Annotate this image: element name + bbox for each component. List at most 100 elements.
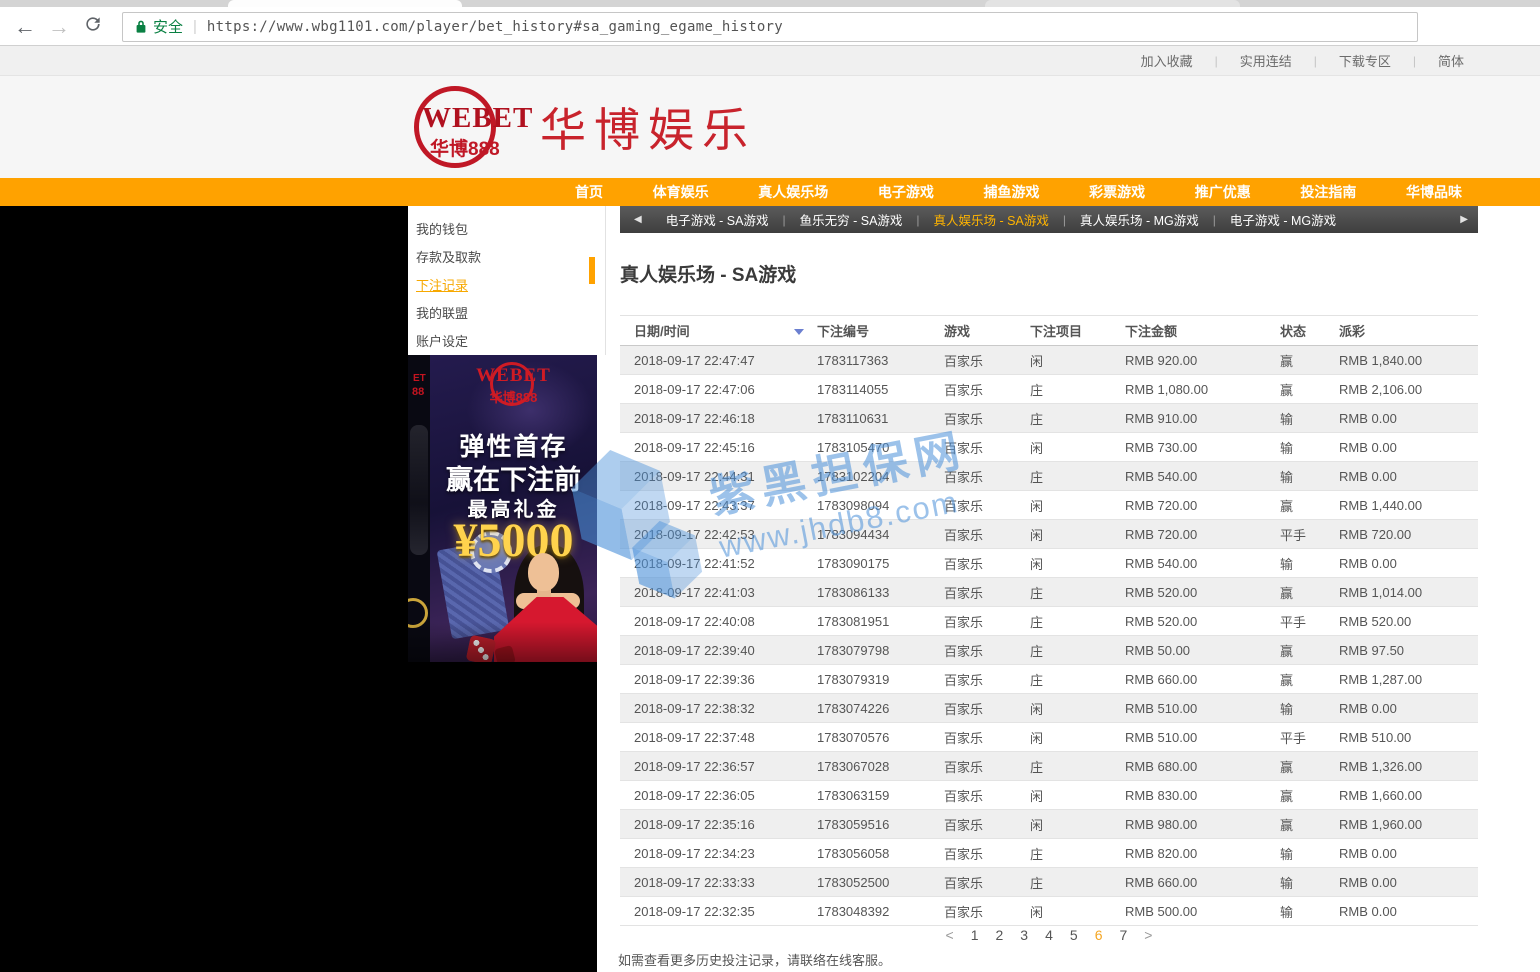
pagination-prev-icon[interactable]: < xyxy=(946,927,954,943)
nav-item[interactable]: 捕鱼游戏 xyxy=(984,182,1040,202)
cell-bet-item: 闲 xyxy=(1030,438,1125,457)
column-header-status[interactable]: 状态 xyxy=(1280,321,1339,340)
column-header-bet-id[interactable]: 下注编号 xyxy=(817,321,944,340)
utility-link[interactable]: 下载专区 xyxy=(1339,51,1391,70)
cell-date: 2018-09-17 22:43:37 xyxy=(634,498,817,513)
nav-item[interactable]: 华博品味 xyxy=(1406,182,1462,202)
cell-amount: RMB 50.00 xyxy=(1125,643,1280,658)
sidebar-active-indicator xyxy=(589,257,595,284)
column-header-amount[interactable]: 下注金额 xyxy=(1125,321,1280,340)
cell-bet-item: 闲 xyxy=(1030,728,1125,747)
cell-status: 输 xyxy=(1280,699,1339,718)
cell-game: 百家乐 xyxy=(944,583,1030,602)
sort-desc-icon[interactable] xyxy=(794,329,804,335)
cell-date: 2018-09-17 22:46:18 xyxy=(634,411,817,426)
history-tab[interactable]: 真人娱乐场 - SA游戏 xyxy=(934,210,1049,229)
sidebar-item[interactable]: 存款及取款 xyxy=(416,244,605,272)
pagination-page[interactable]: 3 xyxy=(1020,927,1028,943)
separator: | xyxy=(1314,54,1317,68)
browser-background-tab[interactable] xyxy=(985,0,1240,7)
table-row: 2018-09-17 22:41:031783086133百家乐庄RMB 520… xyxy=(620,578,1478,607)
browser-active-tab[interactable] xyxy=(228,0,462,7)
pagination-page[interactable]: 5 xyxy=(1070,927,1078,943)
browser-chrome: ← → 安全 | https://www.wbg1101.com/player/… xyxy=(0,0,1540,46)
pagination-next-icon[interactable]: > xyxy=(1144,927,1152,943)
column-header-game[interactable]: 游戏 xyxy=(944,321,1030,340)
cell-amount: RMB 920.00 xyxy=(1125,353,1280,368)
table-row: 2018-09-17 22:34:231783056058百家乐庄RMB 820… xyxy=(620,839,1478,868)
cell-payout: RMB 520.00 xyxy=(1339,614,1478,629)
cell-game: 百家乐 xyxy=(944,699,1030,718)
cell-date: 2018-09-17 22:42:53 xyxy=(634,527,817,542)
nav-item[interactable]: 投注指南 xyxy=(1300,182,1356,202)
table-body: 2018-09-17 22:47:471783117363百家乐闲RMB 920… xyxy=(620,346,1478,926)
site-logo[interactable]: WEBET 华博888 华博娱乐 xyxy=(408,82,756,172)
pagination-page[interactable]: 7 xyxy=(1119,927,1127,943)
tabs-prev-icon[interactable]: ◀ xyxy=(634,214,642,225)
cell-bet-item: 庄 xyxy=(1030,583,1125,602)
cell-payout: RMB 1,960.00 xyxy=(1339,817,1478,832)
screen: ← → 安全 | https://www.wbg1101.com/player/… xyxy=(0,0,1540,972)
cell-payout: RMB 97.50 xyxy=(1339,643,1478,658)
refresh-icon[interactable] xyxy=(76,14,110,40)
cell-bet-item: 庄 xyxy=(1030,670,1125,689)
cell-status: 输 xyxy=(1280,467,1339,486)
banner-line-2: 赢在下注前 xyxy=(430,458,597,497)
pagination-page[interactable]: 1 xyxy=(971,927,979,943)
cell-status: 平手 xyxy=(1280,525,1339,544)
nav-item[interactable]: 首页 xyxy=(575,182,603,202)
nav-item[interactable]: 体育娱乐 xyxy=(653,182,709,202)
column-header-bet-item[interactable]: 下注项目 xyxy=(1030,321,1125,340)
cell-bet-item: 闲 xyxy=(1030,786,1125,805)
browser-address-bar[interactable]: 安全 | https://www.wbg1101.com/player/bet_… xyxy=(122,12,1418,42)
cell-bet-id: 1783081951 xyxy=(817,614,944,629)
separator: | xyxy=(783,213,786,227)
banner-edge-text: ET xyxy=(413,373,426,384)
cell-status: 赢 xyxy=(1280,496,1339,515)
utility-link[interactable]: 简体 xyxy=(1438,51,1464,70)
banner-previous-slide-edge: ET 88 xyxy=(408,355,430,662)
cell-amount: RMB 540.00 xyxy=(1125,556,1280,571)
utility-link[interactable]: 实用连结 xyxy=(1240,51,1292,70)
pagination-page[interactable]: 2 xyxy=(996,927,1004,943)
cell-game: 百家乐 xyxy=(944,612,1030,631)
sidebar-item[interactable]: 账户设定 xyxy=(416,328,605,356)
cell-bet-id: 1783067028 xyxy=(817,759,944,774)
promo-banner[interactable]: WEBET 华博888 弹性首存 赢在下注前 最高礼金 ¥5000 ET 88 xyxy=(408,355,597,662)
sidebar-item[interactable]: 下注记录 xyxy=(416,272,605,300)
column-header-date[interactable]: 日期/时间 xyxy=(634,321,817,340)
history-tab[interactable]: 电子游戏 - MG游戏 xyxy=(1230,210,1336,229)
pagination-page[interactable]: 6 xyxy=(1095,927,1103,943)
cell-status: 赢 xyxy=(1280,786,1339,805)
tabs-next-icon[interactable]: ▶ xyxy=(1460,214,1468,225)
table-row: 2018-09-17 22:42:531783094434百家乐闲RMB 720… xyxy=(620,520,1478,549)
forward-arrow-icon[interactable]: → xyxy=(42,14,76,40)
history-tab[interactable]: 电子游戏 - SA游戏 xyxy=(666,210,769,229)
cell-bet-id: 1783114055 xyxy=(817,382,944,397)
cell-payout: RMB 0.00 xyxy=(1339,875,1478,890)
history-tab[interactable]: 鱼乐无穷 - SA游戏 xyxy=(800,210,903,229)
pagination-page[interactable]: 4 xyxy=(1045,927,1053,943)
cell-bet-id: 1783102204 xyxy=(817,469,944,484)
sidebar-item[interactable]: 我的钱包 xyxy=(416,216,605,244)
nav-item[interactable]: 电子游戏 xyxy=(878,182,934,202)
cell-status: 平手 xyxy=(1280,728,1339,747)
logo-sub-brand: 华博888 xyxy=(430,134,500,161)
back-arrow-icon[interactable]: ← xyxy=(8,14,42,40)
nav-item[interactable]: 推广优惠 xyxy=(1195,182,1251,202)
utility-link[interactable]: 加入收藏 xyxy=(1141,51,1193,70)
banner-logo-circle xyxy=(490,362,534,406)
cell-game: 百家乐 xyxy=(944,902,1030,921)
column-header-payout[interactable]: 派彩 xyxy=(1339,321,1478,340)
nav-item[interactable]: 彩票游戏 xyxy=(1089,182,1145,202)
banner-edge-text: 88 xyxy=(412,386,424,398)
sidebar-item[interactable]: 我的联盟 xyxy=(416,300,605,328)
banner-edge-artwork xyxy=(410,425,428,555)
cell-payout: RMB 0.00 xyxy=(1339,440,1478,455)
cell-payout: RMB 1,440.00 xyxy=(1339,498,1478,513)
cell-date: 2018-09-17 22:35:16 xyxy=(634,817,817,832)
history-tab[interactable]: 真人娱乐场 - MG游戏 xyxy=(1080,210,1199,229)
nav-item[interactable]: 真人娱乐场 xyxy=(758,182,828,202)
cell-date: 2018-09-17 22:34:23 xyxy=(634,846,817,861)
cell-date: 2018-09-17 22:37:48 xyxy=(634,730,817,745)
